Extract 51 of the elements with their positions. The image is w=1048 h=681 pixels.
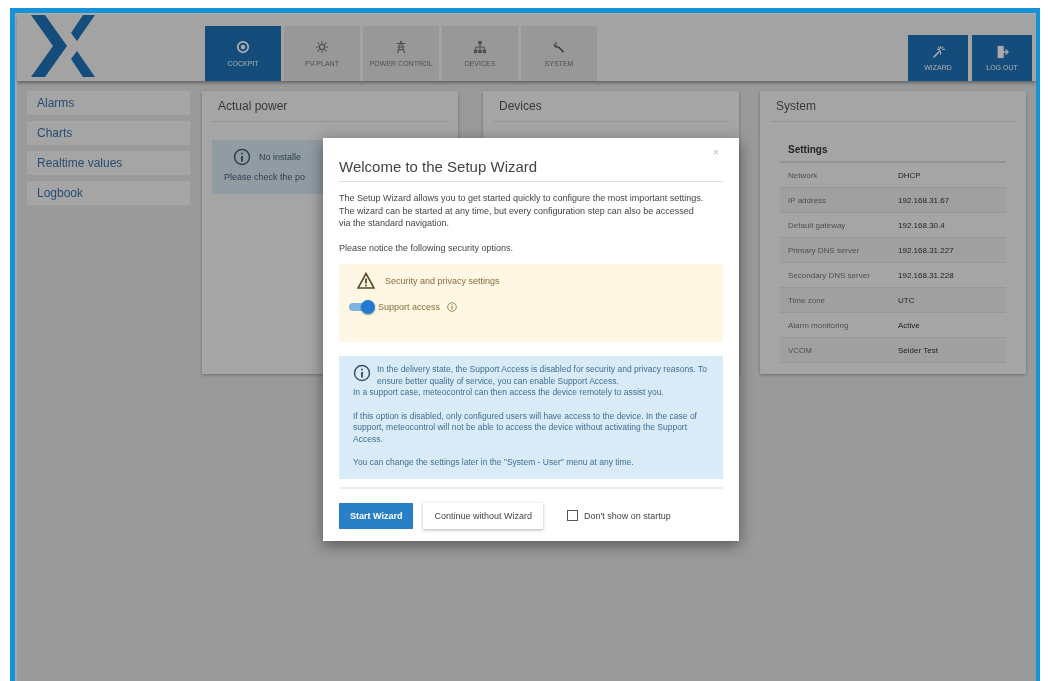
tree-icon: [473, 40, 487, 54]
wrench-icon: [552, 40, 566, 54]
paragraph: The wizard can be started at any time, but every configuration step can also be accessed via the standard navigation.: [339, 204, 695, 230]
table-cell-text: Alarm monitoring: [788, 320, 850, 330]
wand-icon: [931, 45, 945, 59]
table-cell-text: Default gateway: [788, 220, 847, 230]
table-cell-text: Network: [788, 170, 819, 180]
paragraph: The Setup Wizard allows you to get started quickly to configure the most important settings.: [339, 192, 704, 205]
info-icon: [353, 364, 371, 383]
table-cell-text: UTC: [898, 295, 916, 305]
checkbox-label: Don't show on startup: [584, 510, 671, 521]
table-cell-text: 192.168.31.228: [898, 270, 955, 280]
continue-button[interactable]: Continue without Wizard: [423, 502, 543, 529]
info-text: If this option is disabled, only configured users will have access to the device. In the case of support, meteocontrol will not be able to access the device without activating the Support Access.: [353, 410, 698, 446]
table-cell-text: Time zone: [788, 295, 827, 305]
table-cell-text: Secondary DNS server: [788, 270, 871, 280]
logout-icon: [995, 45, 1009, 59]
table-cell-text: 192.168.30.4: [898, 220, 946, 230]
start-wizard-button[interactable]: Start Wizard: [339, 502, 414, 529]
table-cell-text: Active: [898, 320, 921, 330]
info-text: You can change the settings later in the "System - User" menu at any time.: [353, 457, 635, 469]
table-title: Settings: [780, 138, 1006, 163]
card-title: Devices: [493, 91, 729, 122]
toggle-label: Support access: [378, 302, 441, 313]
sidebar-item[interactable]: Charts: [27, 121, 190, 145]
target-icon: [236, 40, 250, 54]
info-text: In a support case, meteocontrol can then access the device remotely to assist you.: [353, 387, 665, 399]
sidebar-item[interactable]: Alarms: [27, 91, 190, 115]
table-cell-text: 192.168.31.67: [898, 195, 951, 205]
info-text: In the delivery state, the Support Access is disabled for security and privacy reasons. To ensure better quality of service, you can enable Support Access.: [377, 364, 709, 388]
info-icon[interactable]: [447, 302, 458, 313]
table-cell-text: VCOM: [788, 345, 813, 355]
card-title: System: [770, 91, 1016, 122]
table-cell-text: DHCP: [898, 170, 922, 180]
paragraph: Please notice the following security options.: [339, 241, 515, 255]
card-title: Actual power: [212, 91, 448, 122]
sidebar-item[interactable]: Realtime values: [27, 151, 190, 175]
warning-icon: [357, 272, 375, 291]
warning-title: Security and privacy settings: [385, 276, 500, 287]
info-icon: [233, 148, 251, 166]
sidebar-item[interactable]: Logbook: [27, 181, 190, 205]
table-cell-text: IP address: [788, 195, 828, 205]
notice-text: Please check the po: [224, 172, 307, 182]
table-cell-text: Primary DNS server: [788, 245, 861, 255]
table-cell-text: Seider Test: [898, 345, 939, 355]
checkbox[interactable]: [567, 510, 578, 522]
sun-icon: [315, 40, 329, 54]
notice-title: No installe: [259, 152, 302, 162]
table-cell-text: 192.168.31.227: [898, 245, 955, 255]
pylon-icon: [394, 40, 408, 54]
toggle-switch[interactable]: [349, 300, 375, 315]
